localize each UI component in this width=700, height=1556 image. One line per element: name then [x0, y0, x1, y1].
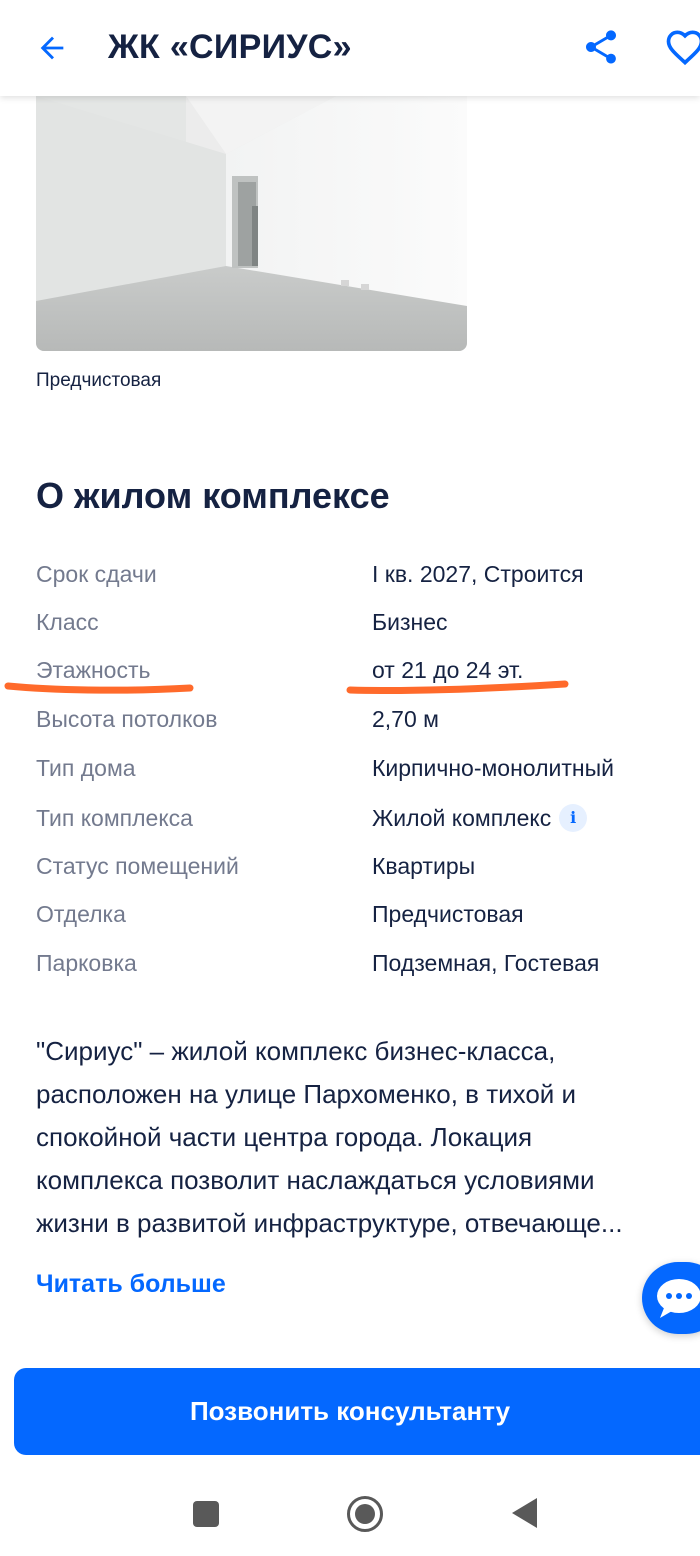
description-line: комплекса позволит наслаждаться условиям…: [36, 1165, 595, 1195]
spec-label: Парковка: [36, 950, 137, 976]
section-title: О жилом комплексе: [36, 475, 390, 516]
share-button[interactable]: [578, 24, 624, 70]
spec-label: Статус помещений: [36, 853, 239, 879]
spec-value: I кв. 2027, Строится: [372, 561, 584, 587]
spec-value: Квартиры: [372, 853, 476, 879]
spec-row-building-type: Тип дома Кирпично-монолитный: [36, 754, 676, 794]
spec-row-finishing: Отделка Предчистовая: [36, 900, 676, 940]
spec-value: Бизнес: [372, 609, 448, 635]
description-text: "Сириус" – жилой комплекс бизнес-класса,…: [36, 1030, 696, 1245]
home-icon[interactable]: [347, 1496, 383, 1532]
spec-row-complex-type: Тип комплекса Жилой комплекс i: [36, 803, 676, 844]
description-line: спокойной части центра города. Локация: [36, 1122, 533, 1152]
spec-label: Тип комплекса: [36, 805, 193, 831]
spec-row-parking: Парковка Подземная, Гостевая: [36, 949, 676, 989]
spec-value: Подземная, Гостевая: [372, 950, 600, 976]
spec-value: Кирпично-монолитный: [372, 755, 614, 781]
page-title: ЖК «СИРИУС»: [108, 28, 352, 66]
spec-label: Класс: [36, 609, 99, 635]
spec-row-premises-status: Статус помещений Квартиры: [36, 852, 676, 892]
spec-row-floors: Этажность от 21 до 24 эт.: [36, 656, 676, 696]
spec-value-text: Жилой комплекс: [372, 805, 552, 831]
spec-value: Жилой комплекс i: [372, 803, 588, 834]
spec-label: Высота потолков: [36, 706, 218, 732]
spec-row-deadline: Срок сдачи I кв. 2027, Строится: [36, 560, 676, 600]
finish-photo[interactable]: [36, 96, 467, 351]
chat-button[interactable]: [642, 1262, 700, 1334]
system-navigation-bar: [0, 1474, 700, 1556]
spec-value: 2,70 м: [372, 706, 439, 732]
back-triangle-icon[interactable]: [512, 1498, 537, 1528]
heart-icon: [666, 30, 700, 66]
spec-label: Этажность: [36, 657, 151, 683]
share-icon: [586, 30, 616, 64]
app-header: ЖК «СИРИУС»: [0, 0, 700, 96]
read-more-link[interactable]: Читать больше: [36, 1268, 226, 1300]
spec-label: Отделка: [36, 901, 126, 927]
arrow-left-icon: [40, 36, 64, 60]
chat-bubble-icon: [657, 1279, 700, 1318]
spec-row-class: Класс Бизнес: [36, 608, 676, 648]
spec-value: от 21 до 24 эт.: [372, 657, 524, 683]
description-line: расположен на улице Пархоменко, в тихой …: [36, 1079, 577, 1109]
spec-value: Предчистовая: [372, 901, 524, 927]
photo-caption: Предчистовая: [36, 370, 162, 391]
favorite-button[interactable]: [660, 22, 700, 72]
back-button[interactable]: [30, 26, 74, 70]
description-line: жизни в развитой инфраструктуре, отвечаю…: [36, 1208, 623, 1238]
spec-row-ceiling-height: Высота потолков 2,70 м: [36, 705, 676, 745]
home-icon-dot: [355, 1504, 375, 1524]
info-icon[interactable]: i: [559, 803, 588, 832]
recent-apps-icon[interactable]: [193, 1501, 219, 1527]
description-line: "Сириус" – жилой комплекс бизнес-класса,: [36, 1036, 556, 1066]
spec-label: Тип дома: [36, 755, 136, 781]
spec-label: Срок сдачи: [36, 561, 157, 587]
room-interior-image: [36, 96, 467, 351]
call-consultant-button[interactable]: Позвонить консультанту: [14, 1368, 700, 1455]
